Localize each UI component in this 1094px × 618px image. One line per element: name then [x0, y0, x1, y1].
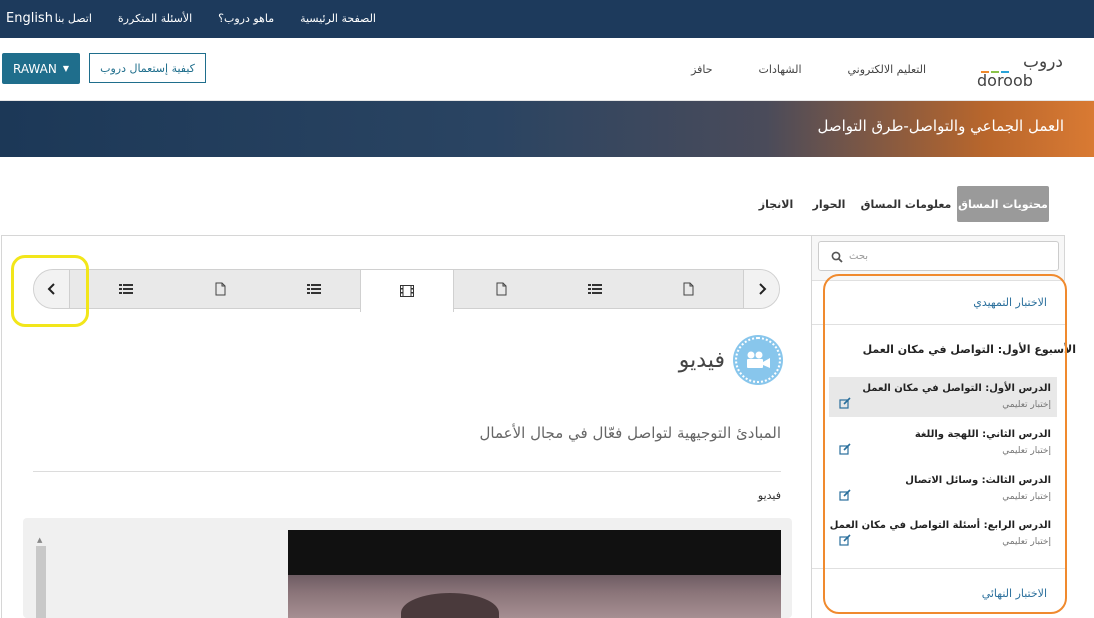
- logo-english: doroob: [977, 71, 1033, 90]
- edit-icon: [839, 443, 851, 455]
- tab-progress[interactable]: الانجاز: [752, 186, 800, 222]
- page-icon: [496, 282, 506, 296]
- page-icon: [683, 282, 693, 296]
- chevron-left-icon: [47, 283, 55, 295]
- unit-item-active[interactable]: [360, 270, 454, 312]
- list-icon: [119, 284, 133, 294]
- list-icon: [588, 284, 602, 294]
- lesson-item[interactable]: الدرس الرابع: أسئلة التواصل في مكان العم…: [829, 514, 1057, 554]
- search-icon: [831, 251, 843, 263]
- nav-certificates[interactable]: الشهادات: [759, 63, 802, 76]
- tab-discussion[interactable]: الحوار: [806, 186, 852, 222]
- lesson-subtitle: إختبار تعليمي: [1002, 492, 1051, 502]
- unit-item[interactable]: [641, 270, 735, 308]
- lesson-name: الدرس الثاني: اللهجة واللغة: [914, 429, 1051, 440]
- top-nav-about[interactable]: ماهو دروب؟: [218, 12, 274, 25]
- user-menu-button[interactable]: RAWAN ▼: [2, 53, 80, 84]
- search-placeholder: بحث: [849, 251, 869, 262]
- final-test-link[interactable]: الاختبار النهائي: [982, 587, 1047, 600]
- scroll-up-icon[interactable]: ▲: [37, 536, 42, 544]
- intro-test-link[interactable]: الاختبار التمهيدي: [973, 296, 1047, 309]
- course-tabs: محتويات المساق معلومات المساق الحوار الا…: [0, 186, 1094, 222]
- unit-heading-text: فيديو: [678, 347, 725, 373]
- doroob-logo[interactable]: دروب doroob: [975, 50, 1067, 90]
- scrollbar-thumb[interactable]: [36, 546, 46, 618]
- carousel-prev-button[interactable]: [34, 270, 70, 308]
- tab-course-content[interactable]: محتويات المساق: [957, 186, 1049, 222]
- lesson-item[interactable]: الدرس الثاني: اللهجة واللغة إختبار تعليم…: [829, 423, 1057, 463]
- unit-heading: فيديو: [679, 337, 781, 383]
- user-name: RAWAN: [13, 61, 57, 76]
- nav-hafiz[interactable]: حافز: [691, 63, 712, 76]
- video-frame: [288, 575, 781, 618]
- top-nav-home[interactable]: الصفحة الرئيسية: [300, 12, 376, 25]
- nav-elearning[interactable]: التعليم الالكتروني: [848, 63, 927, 76]
- tab-course-info[interactable]: معلومات المساق: [861, 186, 952, 222]
- divider: [33, 471, 781, 472]
- lesson-subtitle: إختبار تعليمي: [1002, 400, 1051, 410]
- unit-description: المبادئ التوجيهية لتواصل فعّال في مجال ا…: [479, 424, 782, 442]
- week-title: الأسبوع الأول: التواصل في مكان العمل: [862, 343, 1076, 356]
- edit-icon: [839, 489, 851, 501]
- final-test-section: الاختبار النهائي: [812, 568, 1065, 618]
- lesson-subtitle: إختبار تعليمي: [1002, 446, 1051, 456]
- unit-item[interactable]: [267, 270, 361, 308]
- lesson-name: الدرس الثالث: وسائل الاتصال: [905, 475, 1051, 486]
- unit-item[interactable]: [548, 270, 642, 308]
- course-banner: العمل الجماعي والتواصل-طرق التواصل: [0, 101, 1094, 157]
- video-caption: فيديو: [757, 489, 781, 502]
- edit-icon: [839, 534, 851, 546]
- video-camera-icon: [735, 337, 781, 383]
- top-nav-contact[interactable]: اتصل بنا: [55, 12, 92, 25]
- lesson-name: الدرس الأول: التواصل في مكان العمل: [862, 383, 1051, 394]
- list-icon: [307, 284, 321, 294]
- main-header: RAWAN ▼ كيفية إستعمال دروب التعليم الالك…: [0, 38, 1094, 101]
- top-bar: English الصفحة الرئيسية ماهو دروب؟ الأسئ…: [0, 0, 1094, 38]
- lesson-name: الدرس الرابع: أسئلة التواصل في مكان العم…: [829, 520, 1051, 531]
- top-nav: الصفحة الرئيسية ماهو دروب؟ الأسئلة المتك…: [0, 0, 376, 38]
- unit-item[interactable]: [79, 270, 173, 308]
- course-title: العمل الجماعي والتواصل-طرق التواصل: [817, 117, 1065, 135]
- carousel-next-button[interactable]: [743, 270, 779, 308]
- search-input[interactable]: بحث: [818, 241, 1059, 271]
- lesson-item[interactable]: الدرس الأول: التواصل في مكان العمل إختبا…: [829, 377, 1057, 417]
- video-player[interactable]: [288, 530, 781, 618]
- transcript-scrollbar[interactable]: ▲: [35, 534, 47, 618]
- how-to-button[interactable]: كيفية إستعمال دروب: [89, 53, 206, 83]
- page-icon: [215, 282, 225, 296]
- edit-icon: [839, 397, 851, 409]
- top-nav-faq[interactable]: الأسئلة المتكررة: [118, 12, 192, 25]
- intro-test-section: الاختبار التمهيدي: [812, 280, 1065, 324]
- caret-down-icon: ▼: [62, 64, 69, 73]
- unit-carousel: [33, 269, 780, 312]
- unit-item[interactable]: [173, 270, 267, 308]
- lesson-item[interactable]: الدرس الثالث: وسائل الاتصال إختبار تعليم…: [829, 469, 1057, 509]
- logo-arabic: دروب: [1023, 52, 1063, 72]
- main-nav: التعليم الالكتروني الشهادات حافز: [691, 63, 926, 76]
- film-icon: [400, 285, 414, 297]
- chevron-right-icon: [758, 283, 766, 295]
- lesson-subtitle: إختبار تعليمي: [1002, 537, 1051, 547]
- unit-item[interactable]: [454, 270, 548, 308]
